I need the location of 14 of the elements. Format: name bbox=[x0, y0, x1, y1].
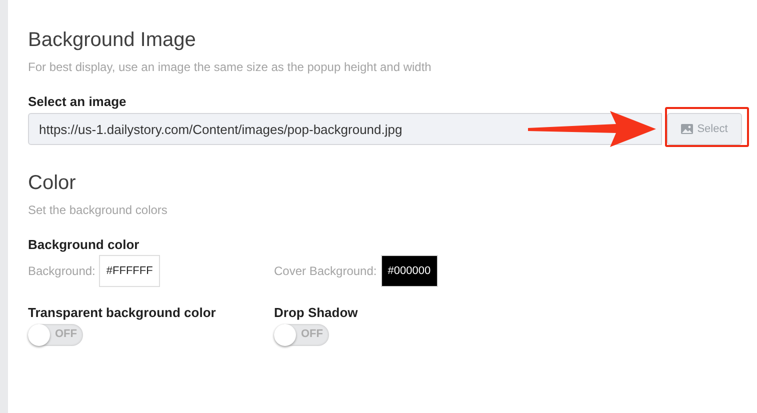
section-title: Background Image bbox=[28, 28, 197, 52]
color-label: Background: bbox=[28, 264, 96, 278]
image-icon bbox=[681, 124, 694, 134]
url-field[interactable]: https://us-1.dailystory.com/Content/images/pop-background.jpg bbox=[28, 113, 662, 145]
field-label: Select an image bbox=[28, 94, 128, 110]
color-field[interactable]: #000000 bbox=[380, 255, 438, 287]
section-title: Color bbox=[28, 171, 77, 195]
toggle-label: Drop Shadow bbox=[274, 305, 359, 321]
section-subtitle: For best display, use an image the same size as the popup height and width bbox=[28, 60, 432, 74]
color-label: Cover Background: bbox=[274, 264, 377, 278]
field-label: Background color bbox=[28, 237, 140, 253]
section-subtitle: Set the background colors bbox=[28, 203, 168, 217]
toggle-label: Transparent background color bbox=[28, 305, 217, 321]
color-field[interactable]: #FFFFFF bbox=[99, 255, 160, 287]
